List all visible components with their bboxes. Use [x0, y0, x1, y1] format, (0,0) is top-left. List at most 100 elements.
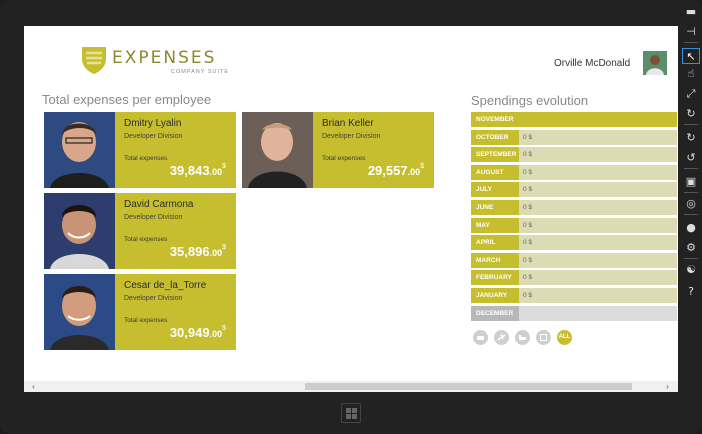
employee-division: Developer Division [322, 133, 381, 140]
month-value: 0 $ [523, 274, 533, 282]
month-row[interactable]: JANUARY 0 $ [471, 288, 677, 303]
amount-decimal: .00 [209, 248, 223, 258]
simulator-toolbar: ▬ ⊣ ↖ ☝ ⤢ ↻ ↻ ↺ ▣ ◎ ● ⚙ ☯ ? [680, 0, 702, 300]
month-value: 0 $ [523, 151, 533, 159]
employee-photo [44, 112, 115, 188]
month-value: 0 $ [523, 168, 533, 176]
amount-decimal: .00 [407, 167, 421, 177]
month-label: DECEMBER [471, 305, 519, 321]
total-expenses-label: Total expenses [124, 236, 168, 243]
globe-icon[interactable]: ◎ [682, 196, 700, 212]
month-row[interactable]: MARCH 0 $ [471, 252, 677, 268]
camera-icon[interactable]: ● [682, 220, 700, 236]
user-avatar[interactable] [643, 51, 667, 75]
employee-name: David Carmona [124, 199, 194, 210]
total-expenses-label: Total expenses [322, 155, 366, 162]
windows-logo-pane [346, 414, 351, 419]
windows-logo-pane [346, 408, 351, 413]
month-row[interactable]: JUNE 0 $ [471, 200, 677, 215]
month-row[interactable]: FEBRUARY 0 $ [471, 270, 677, 286]
employee-division: Developer Division [124, 214, 183, 221]
avatar-photo-icon [643, 51, 667, 75]
app-screen: EXPENSES COMPANY SUITE Orville McDonald … [24, 26, 678, 392]
employee-photo [44, 274, 115, 350]
pin-icon[interactable]: ⊣ [682, 24, 700, 40]
rotate-clockwise-icon[interactable]: ↻ [682, 130, 700, 146]
amount-integer: 39,843 [169, 163, 210, 178]
total-expenses-label: Total expenses [124, 317, 168, 324]
month-value: 0 $ [523, 239, 533, 247]
network-icon[interactable]: ☯ [682, 262, 700, 278]
rotate-icon[interactable]: ↻ [682, 106, 700, 122]
restaurant-icon [477, 336, 484, 340]
toolbar-divider [684, 168, 698, 169]
month-row[interactable]: APRIL 0 $ [471, 235, 677, 251]
app-logo: EXPENSES COMPANY SUITE [81, 45, 231, 79]
touch-icon[interactable]: ☝ [682, 66, 700, 82]
month-value: 0 $ [523, 204, 533, 211]
pointer-icon[interactable]: ↖ [682, 48, 700, 64]
month-value: 0 $ [523, 221, 533, 229]
month-row[interactable]: OCTOBER 0 $ [471, 129, 677, 145]
employee-photo [44, 193, 115, 269]
month-label: SEPTEMBER [471, 147, 519, 163]
horizontal-scrollbar[interactable]: ‹ › [24, 381, 678, 392]
restaurant-filter-button[interactable] [473, 330, 488, 345]
toolbar-divider [684, 124, 698, 125]
month-row-december: DECEMBER [471, 305, 677, 321]
amount-currency: $ [222, 325, 226, 332]
month-row[interactable]: JULY 0 $ [471, 182, 677, 198]
employee-name: Dmitry Lyalin [124, 118, 182, 129]
scroll-left-icon[interactable]: ‹ [28, 381, 39, 392]
display-icon[interactable]: ▣ [682, 174, 700, 190]
toolbar-divider [684, 42, 698, 43]
month-label: FEBRUARY [471, 270, 519, 286]
total-expenses-label: Total expenses [124, 155, 168, 162]
toolbar-divider [684, 214, 698, 215]
month-value: 0 $ [523, 133, 533, 141]
month-label: APRIL [471, 235, 519, 251]
month-label: NOVEMBER [471, 112, 677, 127]
settings-icon[interactable]: ⚙ [682, 240, 700, 256]
minimize-icon[interactable]: ▬ [682, 4, 700, 20]
employee-tile[interactable]: Brian Keller Developer Division Total ex… [242, 112, 434, 188]
employee-amount: 35,896.00$ [170, 244, 226, 259]
employees-section-title: Total expenses per employee [42, 92, 212, 107]
employee-tile[interactable]: Cesar de_la_Torre Developer Division Tot… [44, 274, 236, 350]
employee-amount: 29,557.00$ [368, 163, 424, 178]
month-label: JUNE [471, 200, 519, 215]
person-photo-icon [44, 274, 115, 350]
hotel-icon [519, 335, 526, 340]
month-label: OCTOBER [471, 129, 519, 145]
person-photo-icon [242, 112, 313, 188]
employee-division: Developer Division [124, 133, 183, 140]
amount-currency: $ [420, 163, 424, 170]
windows-logo-pane [352, 408, 357, 413]
help-icon[interactable]: ? [682, 284, 700, 300]
scroll-right-icon[interactable]: › [662, 381, 673, 392]
employee-tile[interactable]: Dmitry Lyalin Developer Division Total e… [44, 112, 236, 188]
plane-filter-button[interactable] [494, 330, 509, 345]
month-value: 0 $ [523, 256, 533, 264]
employee-amount: 39,843.00$ [170, 163, 226, 178]
hotel-filter-button[interactable] [515, 330, 530, 345]
person-photo-icon [44, 112, 115, 188]
calendar-filter-button[interactable] [536, 330, 551, 345]
month-label: JANUARY [471, 288, 519, 303]
pinch-icon[interactable]: ⤢ [682, 86, 700, 102]
amount-integer: 35,896 [169, 244, 210, 259]
month-row[interactable]: AUGUST 0 $ [471, 164, 677, 180]
month-row-november[interactable]: NOVEMBER [471, 112, 677, 127]
amount-currency: $ [222, 244, 226, 251]
month-row[interactable]: SEPTEMBER 0 $ [471, 147, 677, 163]
spendings-section-title: Spendings evolution [471, 93, 589, 108]
all-filter-button[interactable]: ALL [557, 330, 572, 345]
windows-button[interactable] [341, 403, 361, 423]
employee-tile[interactable]: David Carmona Developer Division Total e… [44, 193, 236, 269]
toolbar-divider [684, 192, 698, 193]
amount-integer: 30,949 [169, 325, 210, 340]
windows-logo-pane [352, 414, 357, 419]
rotate-counterclockwise-icon[interactable]: ↺ [682, 150, 700, 166]
scrollbar-thumb[interactable] [305, 383, 632, 390]
month-row[interactable]: MAY 0 $ [471, 217, 677, 233]
